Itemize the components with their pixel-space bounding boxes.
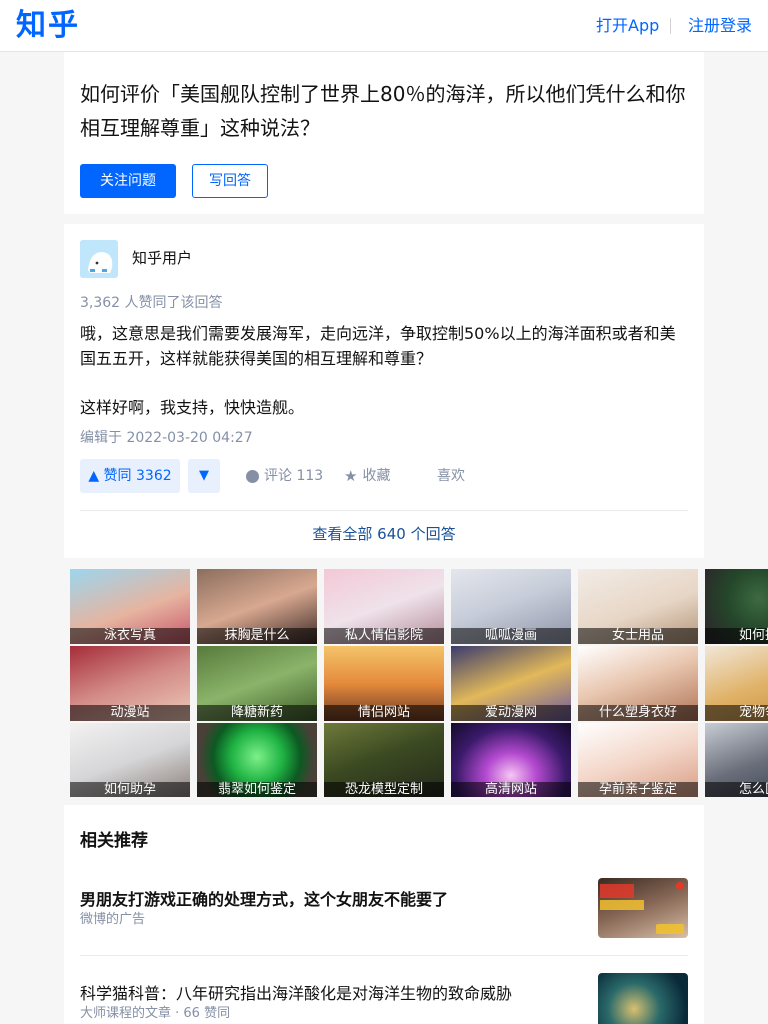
ad-tile[interactable]: 高清网站 — [451, 723, 571, 797]
ad-tile[interactable]: 动漫站 — [70, 646, 190, 721]
question-card: 如何评价「美国舰队控制了世界上80％的海洋，所以他们凭什么和你相互理解尊重」这种… — [64, 52, 704, 214]
ad-tile[interactable]: 泳衣写真 — [70, 569, 190, 644]
author-name[interactable]: 知乎用户 — [132, 248, 192, 268]
comment-label: 评论 113 — [264, 468, 324, 484]
divider — [80, 955, 688, 956]
ad-image-grid: 泳衣写真 抹胸是什么 私人情侣影院 呱呱漫画 女士用品 如何挑选 动漫站 降糖新… — [70, 569, 768, 797]
ad-tile[interactable]: 什么塑身衣好 — [578, 646, 698, 721]
answer-content: 哦，这意思是我们需要发展海军，走向远洋，争取控制50%以上的海洋面积或者和美国五… — [80, 321, 688, 444]
view-all-answers-bar: 查看全部 640 个回答 — [64, 510, 704, 558]
downvote-button[interactable]: ▼ — [188, 459, 220, 493]
related-recommendations: 相关推荐 男朋友打游戏正确的处理方式，这个女朋友不能要了 微博的广告 科学猫科普… — [64, 805, 704, 1024]
ad-tile[interactable]: 宠物领养 — [705, 646, 768, 721]
ad-tile[interactable]: 如何助孕 — [70, 723, 190, 797]
answer-card: 知乎用户 3,362 人赞同了该回答 哦，这意思是我们需要发展海军，走向远洋，争… — [64, 224, 704, 510]
ad-tile[interactable]: 爱动漫网 — [451, 646, 571, 721]
question-title[interactable]: 如何评价「美国舰队控制了世界上80％的海洋，所以他们凭什么和你相互理解尊重」这种… — [80, 77, 690, 145]
answer-paragraph: 这样好啊，我支持，快快造舰。 — [80, 398, 305, 417]
related-item-thumbnail[interactable] — [598, 973, 688, 1024]
ad-tile-label: 泳衣写真 — [70, 628, 190, 644]
collect-button[interactable]: ★ 收藏 — [344, 467, 390, 485]
ad-tile[interactable]: 翡翠如何鉴定 — [197, 723, 317, 797]
ad-tile-label: 私人情侣影院 — [324, 628, 444, 644]
ad-tile-label: 呱呱漫画 — [451, 628, 571, 644]
divider — [80, 510, 688, 511]
view-all-answers-link[interactable]: 查看全部 640 个回答 — [64, 523, 704, 545]
ad-tile[interactable]: 呱呱漫画 — [451, 569, 571, 644]
ad-tile-label: 恐龙模型定制 — [324, 782, 444, 797]
comment-icon — [246, 469, 259, 483]
top-bar: 知乎 打开App 注册登录 — [0, 0, 768, 52]
default-user-avatar-icon — [80, 240, 118, 278]
upvote-button[interactable]: ▲ 赞同 3362 — [80, 459, 180, 493]
ad-tile[interactable]: 抹胸是什么 — [197, 569, 317, 644]
related-item-meta: 微博的广告 — [80, 912, 146, 927]
ad-tile-label: 如何挑选 — [705, 628, 768, 644]
answer-paragraph: 哦，这意思是我们需要发展海军，走向远洋，争取控制50%以上的海洋面积或者和美国五… — [80, 324, 676, 368]
related-title: 相关推荐 — [80, 831, 148, 851]
user-avatar[interactable] — [80, 240, 118, 278]
login-link[interactable]: 注册登录 — [688, 15, 752, 37]
comment-button[interactable]: 评论 113 — [246, 467, 323, 485]
ad-tile-label: 女士用品 — [578, 628, 698, 644]
ad-tile-label: 抹胸是什么 — [197, 628, 317, 644]
ad-tile-label: 孕前亲子鉴定 — [578, 782, 698, 797]
ad-tile[interactable]: 怎么区分 — [705, 723, 768, 797]
ad-tile-label: 什么塑身衣好 — [578, 705, 698, 721]
ad-tile-label: 降糖新药 — [197, 705, 317, 721]
open-app-link[interactable]: 打开App — [596, 15, 659, 37]
ad-tile-label: 宠物领养 — [705, 705, 768, 721]
ad-tile[interactable]: 恐龙模型定制 — [324, 723, 444, 797]
zhihu-logo[interactable]: 知乎 — [16, 8, 80, 44]
ad-tile-label: 怎么区分 — [705, 782, 768, 797]
ad-tile-label: 爱动漫网 — [451, 705, 571, 721]
follow-question-button[interactable]: 关注问题 — [80, 164, 176, 198]
related-item-title[interactable]: 科学猫科普：八年研究指出海洋酸化是对海洋生物的致命威胁 — [80, 983, 512, 1005]
like-button[interactable]: 喜欢 — [437, 467, 465, 485]
ad-tile-label: 动漫站 — [70, 705, 190, 721]
ad-tile[interactable]: 孕前亲子鉴定 — [578, 723, 698, 797]
ad-tile-label: 翡翠如何鉴定 — [197, 782, 317, 797]
star-icon: ★ — [344, 466, 358, 485]
header-divider — [670, 18, 671, 34]
ad-tile[interactable]: 情侣网站 — [324, 646, 444, 721]
related-item-meta: 大师课程的文章 · 66 赞同 — [80, 1006, 231, 1021]
ad-tile[interactable]: 私人情侣影院 — [324, 569, 444, 644]
ad-tile[interactable]: 女士用品 — [578, 569, 698, 644]
ad-tile[interactable]: 降糖新药 — [197, 646, 317, 721]
ad-tile-label: 情侣网站 — [324, 705, 444, 721]
related-item-title[interactable]: 男朋友打游戏正确的处理方式，这个女朋友不能要了 — [80, 889, 448, 911]
ad-tile[interactable]: 如何挑选 — [705, 569, 768, 644]
collect-label: 收藏 — [362, 468, 391, 484]
ad-tile-label: 如何助孕 — [70, 782, 190, 797]
like-label: 喜欢 — [437, 468, 465, 484]
upvote-summary: 3,362 人赞同了该回答 — [80, 295, 223, 311]
write-answer-button[interactable]: 写回答 — [192, 164, 268, 198]
related-item-thumbnail[interactable] — [598, 878, 688, 938]
edited-timestamp: 编辑于 2022-03-20 04:27 — [80, 430, 253, 446]
ad-tile-label: 高清网站 — [451, 782, 571, 797]
video-thumbnail-icon — [600, 882, 684, 934]
